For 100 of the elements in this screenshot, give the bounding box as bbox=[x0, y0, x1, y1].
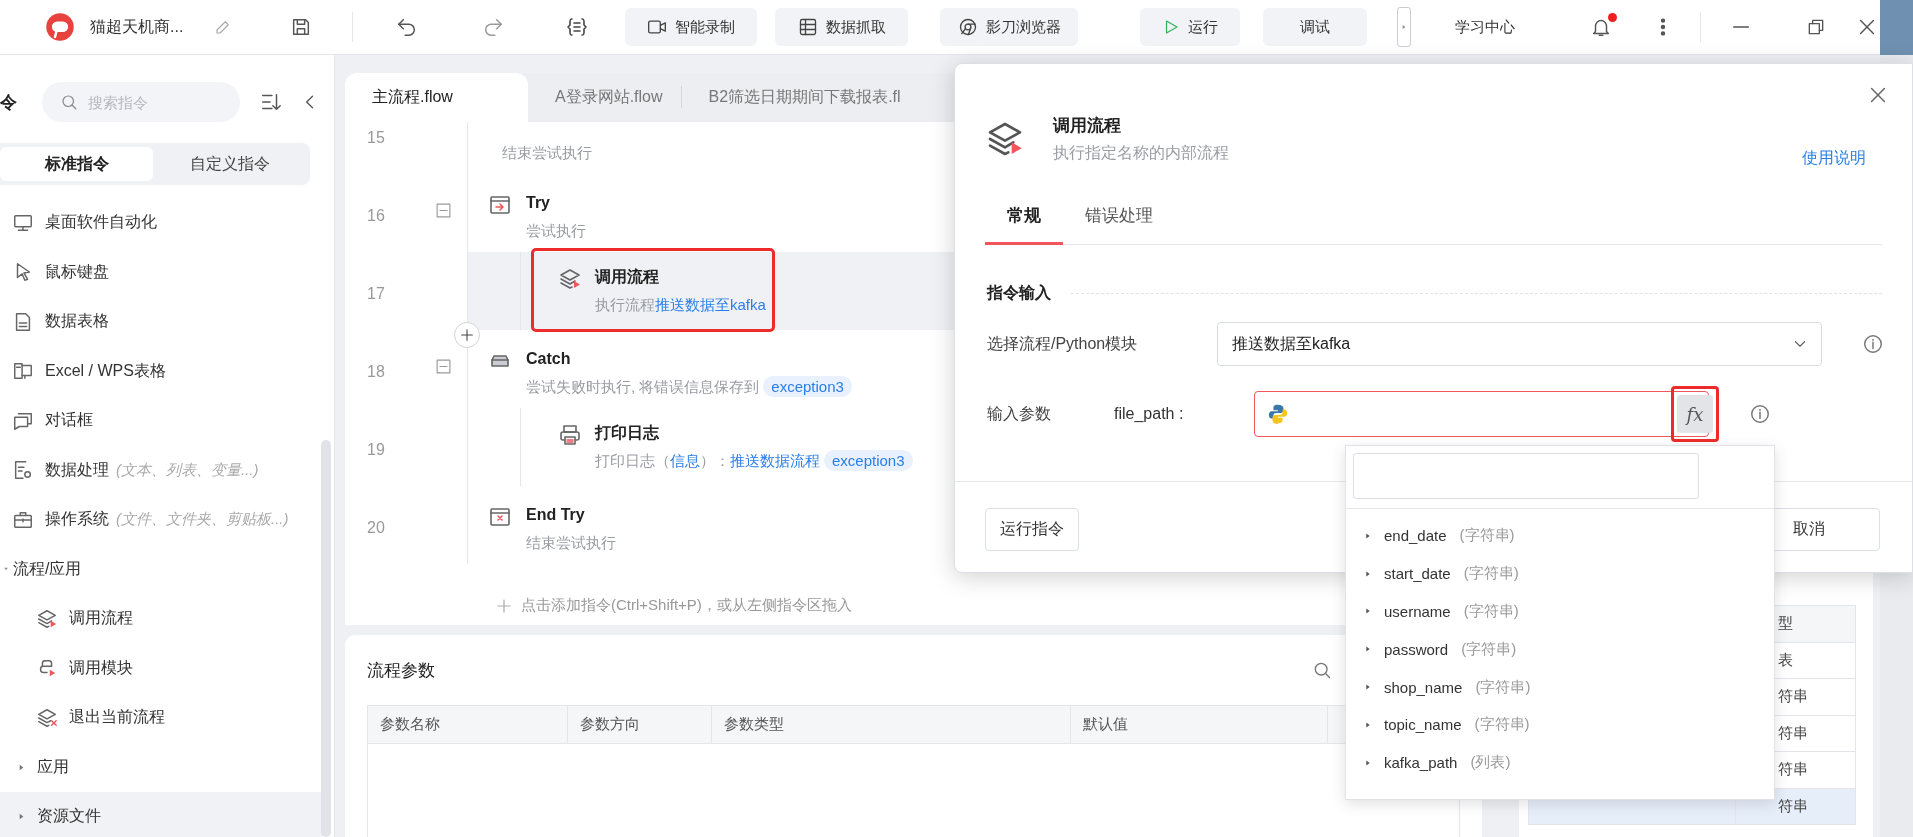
step-description: 打印日志（信息）：推送数据流程 exception3 bbox=[595, 446, 913, 476]
variable-name[interactable]: end_date bbox=[1384, 527, 1447, 545]
dialog-tab[interactable]: 错误处理 bbox=[1063, 188, 1175, 245]
column-header: 参数名称 bbox=[367, 705, 568, 744]
panel-title: 令 bbox=[0, 91, 18, 114]
step-description: 结束尝试执行 bbox=[502, 143, 592, 163]
undo-icon[interactable] bbox=[396, 16, 418, 38]
python-icon bbox=[1267, 403, 1289, 425]
toolbar-button[interactable]: 智能录制 bbox=[625, 8, 757, 46]
variable-name[interactable]: password bbox=[1384, 640, 1449, 658]
variable-tag: exception3 bbox=[824, 450, 913, 471]
search-icon[interactable] bbox=[1312, 660, 1332, 680]
run-command-button[interactable]: 运行指令 bbox=[985, 508, 1079, 551]
category-item[interactable]: 数据处理 (文本、列表、变量...) bbox=[0, 445, 322, 495]
add-command-hint: 点击添加指令(Ctrl+Shift+P)，或从左侧指令区拖入 bbox=[521, 596, 852, 615]
category-item[interactable]: 数据表格 bbox=[0, 297, 322, 347]
toolbar-button[interactable]: 数据抓取 bbox=[775, 8, 908, 46]
printer-icon bbox=[558, 423, 582, 447]
plus-icon bbox=[459, 327, 475, 343]
dialog-tab[interactable]: 常规 bbox=[985, 188, 1063, 245]
step-title: End Try bbox=[526, 505, 586, 525]
category-item[interactable]: 应用 bbox=[0, 742, 322, 792]
layers-play-icon bbox=[558, 267, 582, 291]
step-title: 调用流程 bbox=[595, 267, 660, 287]
segment-tab[interactable]: 自定义指令 bbox=[153, 147, 306, 181]
segment-tab[interactable]: 标准指令 bbox=[0, 147, 153, 181]
step-link[interactable]: 信息 bbox=[670, 452, 700, 469]
category-item[interactable]: 操作系统 (文件、文件夹、剪贴板...) bbox=[0, 495, 322, 545]
variable-name[interactable]: shop_name bbox=[1384, 678, 1463, 696]
variable-search-field[interactable] bbox=[1353, 453, 1699, 499]
file-tab[interactable]: 主流程.flow bbox=[345, 73, 528, 122]
step-description: 执行流程推送数据至kafka bbox=[595, 295, 766, 315]
category-item[interactable]: 资源文件 bbox=[0, 792, 322, 837]
help-link[interactable]: 使用说明 bbox=[1802, 147, 1866, 169]
command-item[interactable]: 调用流程 bbox=[0, 594, 322, 644]
panel-title: 流程参数 bbox=[367, 659, 436, 682]
column-header: 默认值 bbox=[1070, 705, 1328, 744]
redo-icon[interactable] bbox=[482, 16, 504, 38]
file-tab[interactable]: A登录网站.flow bbox=[528, 73, 681, 122]
step-link[interactable]: 推送数据流程 bbox=[730, 452, 820, 469]
file-tab[interactable]: B2筛选日期期间下载报表.fl bbox=[681, 73, 919, 122]
debug-button[interactable]: 调试 bbox=[1263, 8, 1367, 46]
step-description: 尝试执行 bbox=[526, 221, 586, 241]
data-file-icon bbox=[12, 459, 34, 482]
toolbar-button[interactable]: 影刀浏览器 bbox=[940, 8, 1078, 46]
table-icon bbox=[797, 17, 818, 37]
info-icon[interactable] bbox=[1749, 403, 1771, 425]
variable-name[interactable]: username bbox=[1384, 603, 1451, 620]
dialog-title: 调用流程 bbox=[1053, 115, 1122, 137]
collapse-icon[interactable] bbox=[435, 202, 452, 219]
line-number: 19 bbox=[367, 441, 385, 459]
variable-type: (字符串) bbox=[1459, 526, 1515, 546]
line-number: 17 bbox=[367, 285, 385, 303]
variable-type: (字符串) bbox=[1463, 602, 1519, 621]
step-title: Try bbox=[526, 193, 551, 213]
field-label: 输入参数 bbox=[987, 403, 1051, 424]
step-title: 打印日志 bbox=[595, 423, 660, 443]
info-icon[interactable] bbox=[1862, 333, 1884, 355]
project-title: 猫超天机商... bbox=[90, 16, 185, 37]
line-number: 20 bbox=[367, 519, 385, 537]
variable-name[interactable]: start_date bbox=[1384, 565, 1451, 583]
command-item[interactable]: 退出当前流程 bbox=[0, 693, 322, 743]
layers-cross-icon bbox=[36, 706, 58, 729]
column-header: 参数类型 bbox=[711, 705, 1071, 744]
search-icon bbox=[60, 93, 78, 111]
line-number: 15 bbox=[367, 129, 385, 147]
save-icon[interactable] bbox=[290, 16, 312, 38]
category-item[interactable]: Excel / WPS表格 bbox=[0, 346, 322, 396]
step-description: 尝试失败时执行, 将错误信息保存到 exception3 bbox=[526, 372, 852, 402]
add-step-button[interactable] bbox=[454, 322, 480, 348]
command-item[interactable]: 调用模块 bbox=[0, 643, 322, 693]
variable-type: (字符串) bbox=[1474, 715, 1530, 735]
category-item[interactable]: 鼠标键盘 bbox=[0, 247, 322, 297]
search-field[interactable]: 搜索指令 bbox=[42, 82, 240, 122]
line-number: 18 bbox=[367, 363, 385, 381]
panel-toggle[interactable] bbox=[1397, 7, 1411, 47]
expression-button[interactable]: fx bbox=[1677, 395, 1713, 433]
collapse-icon[interactable] bbox=[435, 358, 452, 375]
parameter-label: file_path : bbox=[1114, 405, 1185, 423]
try-block-icon bbox=[488, 193, 512, 217]
variable-name[interactable]: kafka_path bbox=[1384, 754, 1458, 772]
unread-dot bbox=[1608, 13, 1617, 22]
category-item[interactable]: 对话框 bbox=[0, 396, 322, 446]
variables-icon[interactable] bbox=[565, 15, 589, 39]
variable-tag: exception3 bbox=[763, 376, 852, 397]
variable-type: (列表) bbox=[1470, 753, 1511, 773]
learning-center-link[interactable]: 学习中心 bbox=[1455, 17, 1530, 37]
variable-type: (字符串) bbox=[1463, 564, 1519, 584]
column-header: 参数方向 bbox=[567, 705, 712, 744]
run-button[interactable]: 运行 bbox=[1140, 8, 1240, 46]
step-link[interactable]: 推送数据至kafka bbox=[655, 296, 766, 313]
sort-icon[interactable] bbox=[260, 91, 282, 113]
line-number: 16 bbox=[367, 207, 385, 225]
flow-select[interactable]: 推送数据至kafka bbox=[1217, 322, 1822, 366]
category-item[interactable]: 桌面软件自动化 bbox=[0, 198, 322, 248]
category-item[interactable]: 流程/应用 bbox=[0, 544, 322, 594]
variable-type: (字符串) bbox=[1475, 677, 1531, 697]
step-title: Catch bbox=[526, 349, 572, 369]
layers-play-icon bbox=[36, 607, 58, 630]
browser-icon bbox=[957, 17, 978, 37]
